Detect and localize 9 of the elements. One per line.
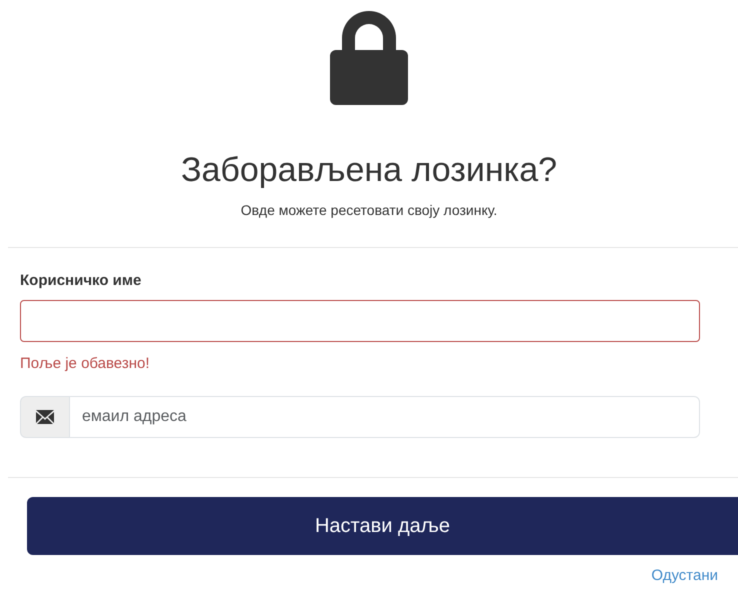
envelope-icon xyxy=(36,410,54,424)
subtitle: Овде можете ресетовати своју лозинку. xyxy=(240,201,498,220)
field-label: Корисничко име xyxy=(20,271,142,292)
username-field[interactable] xyxy=(20,300,700,342)
cancel-link[interactable]: Одустани xyxy=(651,567,718,584)
page-title: Заборављена лозинка? xyxy=(180,150,558,191)
continue-button[interactable]: Настави даље xyxy=(27,497,738,556)
lock-icon xyxy=(330,8,408,105)
error-message: Поље је обавезно! xyxy=(20,354,150,374)
